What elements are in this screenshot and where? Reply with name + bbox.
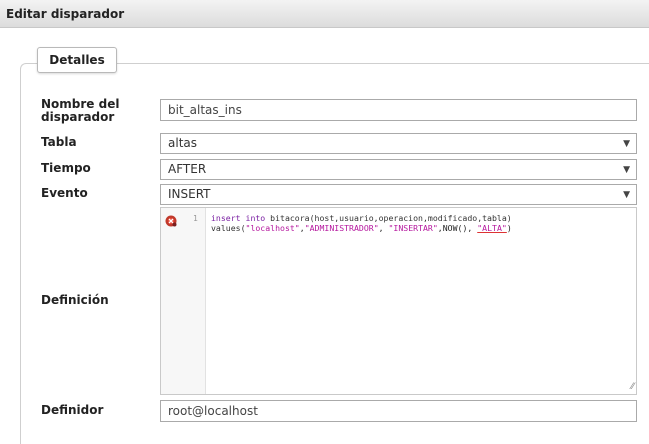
error-lint-icon[interactable]: [165, 215, 177, 227]
definer-label: Definidor: [41, 403, 104, 417]
table-select[interactable]: altas ▼: [160, 133, 637, 154]
trigger-name-input[interactable]: bit_altas_ins: [160, 99, 637, 121]
code-text: ,: [378, 223, 389, 233]
code-text: bitacora(host,usuario,operacion,modifica…: [265, 213, 512, 223]
trigger-name-label-line2: disparador: [41, 110, 115, 124]
definition-code-editor[interactable]: 1 insert into bitacora(host,usuario,oper…: [160, 207, 637, 395]
chevron-down-icon: ▼: [623, 139, 630, 149]
resize-handle-icon[interactable]: ⁄⁄: [631, 383, 634, 392]
code-string: "ADMINISTRADOR": [304, 223, 379, 233]
table-label: Tabla: [41, 135, 77, 149]
definer-input[interactable]: root@localhost: [160, 400, 637, 422]
line-number: 1: [193, 214, 198, 223]
code-text: ): [506, 223, 512, 233]
event-label: Evento: [41, 186, 88, 200]
code-text: ,NOW(),: [437, 223, 478, 233]
time-label: Tiempo: [41, 161, 91, 175]
code-keyword: insert: [211, 213, 241, 223]
chevron-down-icon: ▼: [623, 190, 630, 200]
editor-gutter: 1: [161, 208, 206, 394]
table-select-value: altas: [168, 136, 197, 150]
code-keyword: into: [245, 213, 266, 223]
code-string: "localhost": [245, 223, 300, 233]
trigger-name-label: Nombre del disparador: [41, 98, 119, 124]
code-string-error: "ALTA": [477, 223, 507, 233]
event-select[interactable]: INSERT ▼: [160, 184, 637, 205]
time-select-value: AFTER: [168, 162, 207, 176]
code-string: "INSERTAR": [388, 223, 438, 233]
code-content[interactable]: insert into bitacora(host,usuario,operac…: [211, 213, 631, 233]
event-select-value: INSERT: [168, 187, 211, 201]
chevron-down-icon: ▼: [623, 165, 630, 175]
dialog-title: Editar disparador: [0, 0, 649, 28]
time-select[interactable]: AFTER ▼: [160, 159, 637, 180]
fieldset-legend: Detalles: [37, 47, 117, 73]
code-text: values(: [211, 223, 246, 233]
definition-label: Definición: [41, 293, 109, 307]
